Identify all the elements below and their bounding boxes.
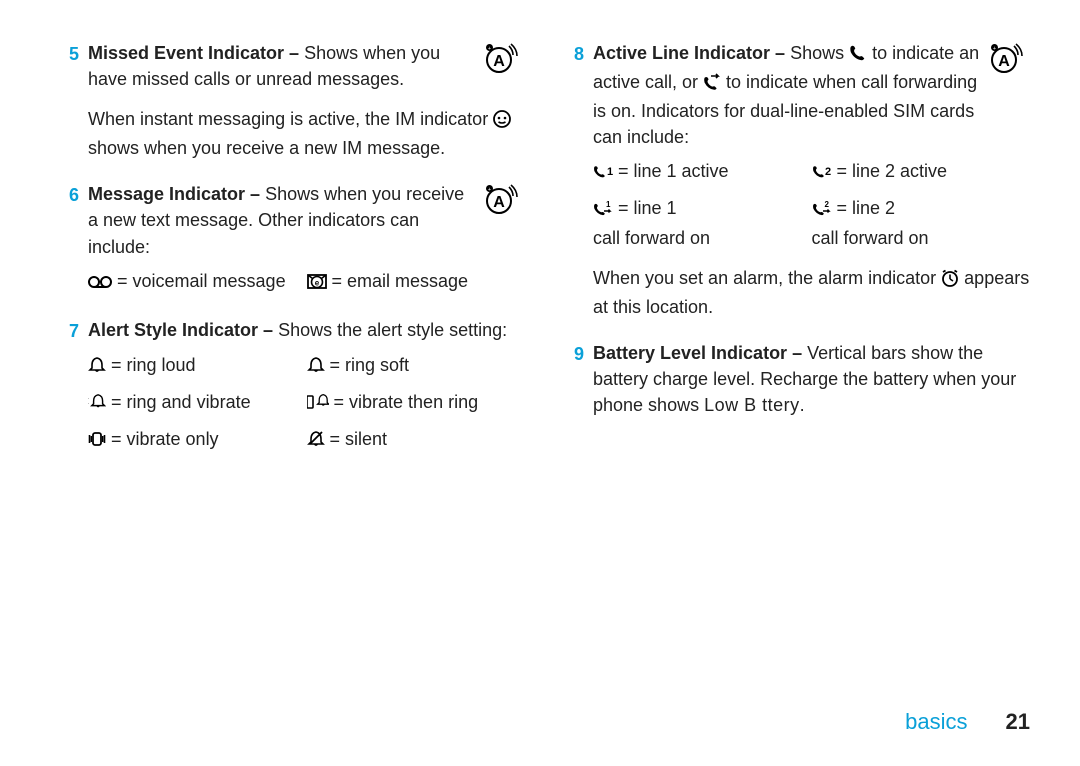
item-9: 9 Battery Level Indicator – Vertical bar… bbox=[565, 340, 1030, 418]
item-7-cell-e: = vibrate only bbox=[88, 426, 307, 455]
message-status-icon bbox=[485, 181, 525, 224]
vibrate-then-ring-icon bbox=[307, 392, 329, 418]
item-6: 6 Message Indicator – Shows when you rec… bbox=[60, 181, 525, 296]
ring-loud-icon bbox=[88, 355, 106, 381]
item-7-cell-c: = ring and vibrate bbox=[88, 389, 307, 418]
item-6-cell-a: = voicemail message bbox=[88, 268, 307, 297]
section-label: basics bbox=[905, 709, 967, 734]
item-9-body: Battery Level Indicator – Vertical bars … bbox=[593, 340, 1030, 418]
im-face-icon bbox=[493, 109, 511, 135]
item-6-number: 6 bbox=[60, 181, 88, 208]
line-2-active-icon bbox=[812, 161, 832, 187]
line-2-forward-icon bbox=[812, 198, 832, 224]
item-8-para2: When you set an alarm, the alarm indicat… bbox=[593, 265, 1030, 320]
item-8-body: Active Line Indicator – Shows to indicat… bbox=[593, 40, 984, 150]
item-8: 8 Active Line Indicator – Shows to indic… bbox=[565, 40, 1030, 320]
email-icon bbox=[307, 271, 327, 297]
item-5-body: Missed Event Indicator – Shows when you … bbox=[88, 40, 479, 92]
line-1-active-icon bbox=[593, 161, 613, 187]
item-5-title: Missed Event Indicator – bbox=[88, 43, 299, 63]
item-7-lead: Shows the alert style setting: bbox=[273, 320, 507, 340]
item-7-cell-a: = ring loud bbox=[88, 352, 307, 381]
missed-event-status-icon bbox=[485, 40, 525, 83]
item-8-title: Active Line Indicator – bbox=[593, 43, 785, 63]
item-8-number: 8 bbox=[565, 40, 593, 67]
silent-icon bbox=[307, 429, 325, 455]
item-6-cell-b: = email message bbox=[307, 268, 526, 297]
right-column: 8 Active Line Indicator – Shows to indic… bbox=[565, 40, 1030, 475]
line-1-forward-icon bbox=[593, 198, 613, 224]
active-line-status-icon bbox=[990, 40, 1030, 83]
item-7-cell-f: = silent bbox=[307, 426, 526, 455]
item-7-body: Alert Style Indicator – Shows the alert … bbox=[88, 317, 525, 343]
ring-soft-icon bbox=[307, 355, 325, 381]
item-8-cell-a: = line 1 active bbox=[593, 158, 812, 187]
active-call-icon bbox=[849, 43, 867, 69]
item-5-para2a: When instant messaging is active, the IM… bbox=[88, 109, 493, 129]
item-8-cell-b: = line 2 active bbox=[812, 158, 1031, 187]
item-6-body: Message Indicator – Shows when you recei… bbox=[88, 181, 479, 259]
item-7-number: 7 bbox=[60, 317, 88, 344]
vibrate-only-icon bbox=[88, 429, 106, 455]
item-5-para2: When instant messaging is active, the IM… bbox=[88, 106, 525, 161]
item-8-cell-c: = line 1 call forward on bbox=[593, 195, 812, 250]
item-9-title: Battery Level Indicator – bbox=[593, 343, 802, 363]
item-8-cell-d: = line 2 call forward on bbox=[812, 195, 1031, 250]
item-9-number: 9 bbox=[565, 340, 593, 367]
item-7: 7 Alert Style Indicator – Shows the aler… bbox=[60, 317, 525, 455]
ring-and-vibrate-icon bbox=[88, 392, 106, 418]
item-7-cell-d: = vibrate then ring bbox=[307, 389, 526, 418]
page-number: 21 bbox=[1006, 709, 1030, 734]
item-7-cell-b: = ring soft bbox=[307, 352, 526, 381]
item-5: 5 Missed Event Indicator – Shows when yo… bbox=[60, 40, 525, 161]
item-7-title: Alert Style Indicator – bbox=[88, 320, 273, 340]
voicemail-icon bbox=[88, 271, 112, 297]
item-5-number: 5 bbox=[60, 40, 88, 67]
item-5-para2b: shows when you receive a new IM message. bbox=[88, 138, 445, 158]
call-forward-icon bbox=[703, 72, 721, 98]
item-6-title: Message Indicator – bbox=[88, 184, 260, 204]
left-column: 5 Missed Event Indicator – Shows when yo… bbox=[60, 40, 525, 475]
low-battery-text: Low B ttery bbox=[704, 395, 800, 415]
manual-page: 5 Missed Event Indicator – Shows when yo… bbox=[0, 0, 1080, 766]
page-footer: basics 21 bbox=[905, 706, 1030, 738]
alarm-icon bbox=[941, 268, 959, 294]
